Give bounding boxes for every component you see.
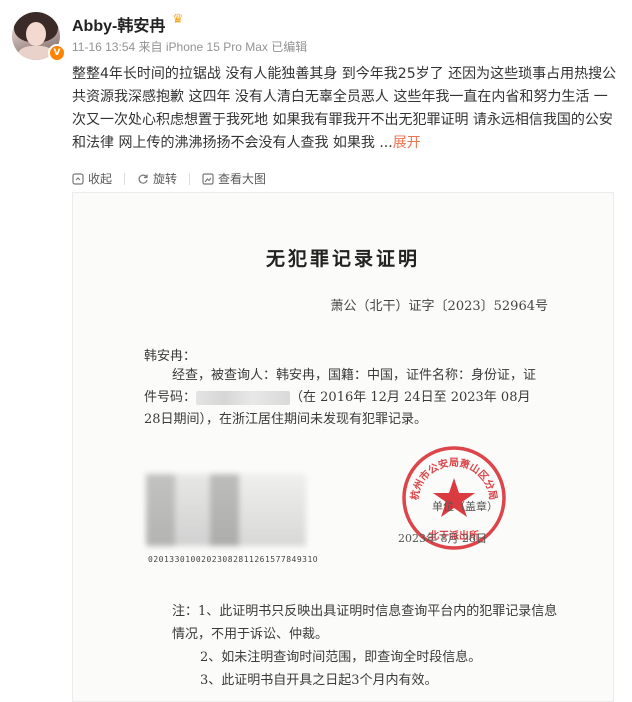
rotate-label: 旋转 [153,172,178,186]
certificate-notes: 注：1、此证明书只反映出具证明时信息查询平台内的犯罪记录信息情况，不用于诉讼、仲… [144,600,564,692]
sign-unit-label: 单位（盖章） [432,500,498,513]
edited-label[interactable]: 已编辑 [271,40,307,54]
collapse-icon [72,172,84,185]
certificate-addressee: 韩安冉： [144,349,197,364]
username[interactable]: Abby-韩安冉 [72,12,165,36]
blurred-id-number [196,390,291,405]
verified-badge-icon: V [48,44,66,62]
post-timestamp[interactable]: 11-16 13:54 [72,40,135,54]
view-large-icon [202,172,214,185]
action-divider [189,172,191,185]
rotate-icon [138,174,148,184]
certificate-number: 萧公（北干）证字〔2023〕52964号 [330,299,548,314]
post-source: 来自 iPhone 15 Pro Max [138,40,268,54]
barcode-number: 0201330100202308281126157784931O [148,555,319,564]
note-1: 注：1、此证明书只反映出具证明时信息查询平台内的犯罪记录信息情况，不用于诉讼、仲… [172,604,558,642]
post-body: 整整4年长时间的拉锯战 没有人能独善其身 到今年我25岁了 还因为这些琐事占用热… [72,66,617,151]
collect-label: 收起 [88,172,113,186]
action-divider [124,172,126,185]
certificate-title: 无犯罪记录证明 [265,248,420,270]
post-text: 整整4年长时间的拉锯战 没有人能独善其身 到今年我25岁了 还因为这些琐事占用热… [72,63,620,155]
note-3: 3、此证明书自开具之日起3个月内有效。 [200,673,438,688]
certificate-image[interactable]: 无犯罪记录证明 萧公（北干）证字〔2023〕52964号 韩安冉： 经查，被查询… [72,192,614,702]
sign-date: 2023年 8月 28日 [398,532,487,545]
note-2: 2、如未注明查询时间范围，即查询全时段信息。 [200,650,482,665]
certificate-body: 经查，被查询人：韩安冉，国籍：中国，证件名称：身份证，证件号码： （在 2016年… [144,365,544,431]
avatar-face [26,22,46,46]
rotate-button[interactable]: 旋转 [137,170,177,187]
post-meta: 11-16 13:54 来自 iPhone 15 Pro Max 已编辑 [72,38,307,55]
view-large-label: 查看大图 [218,172,267,186]
crown-icon: ♛ [172,12,184,27]
view-large-button[interactable]: 查看大图 [202,170,266,187]
collect-button[interactable]: 收起 [72,170,112,187]
image-actions: 收起 旋转 查看大图 [72,170,290,187]
blurred-qr-code [146,474,306,546]
expand-link[interactable]: 展开 [393,135,421,151]
